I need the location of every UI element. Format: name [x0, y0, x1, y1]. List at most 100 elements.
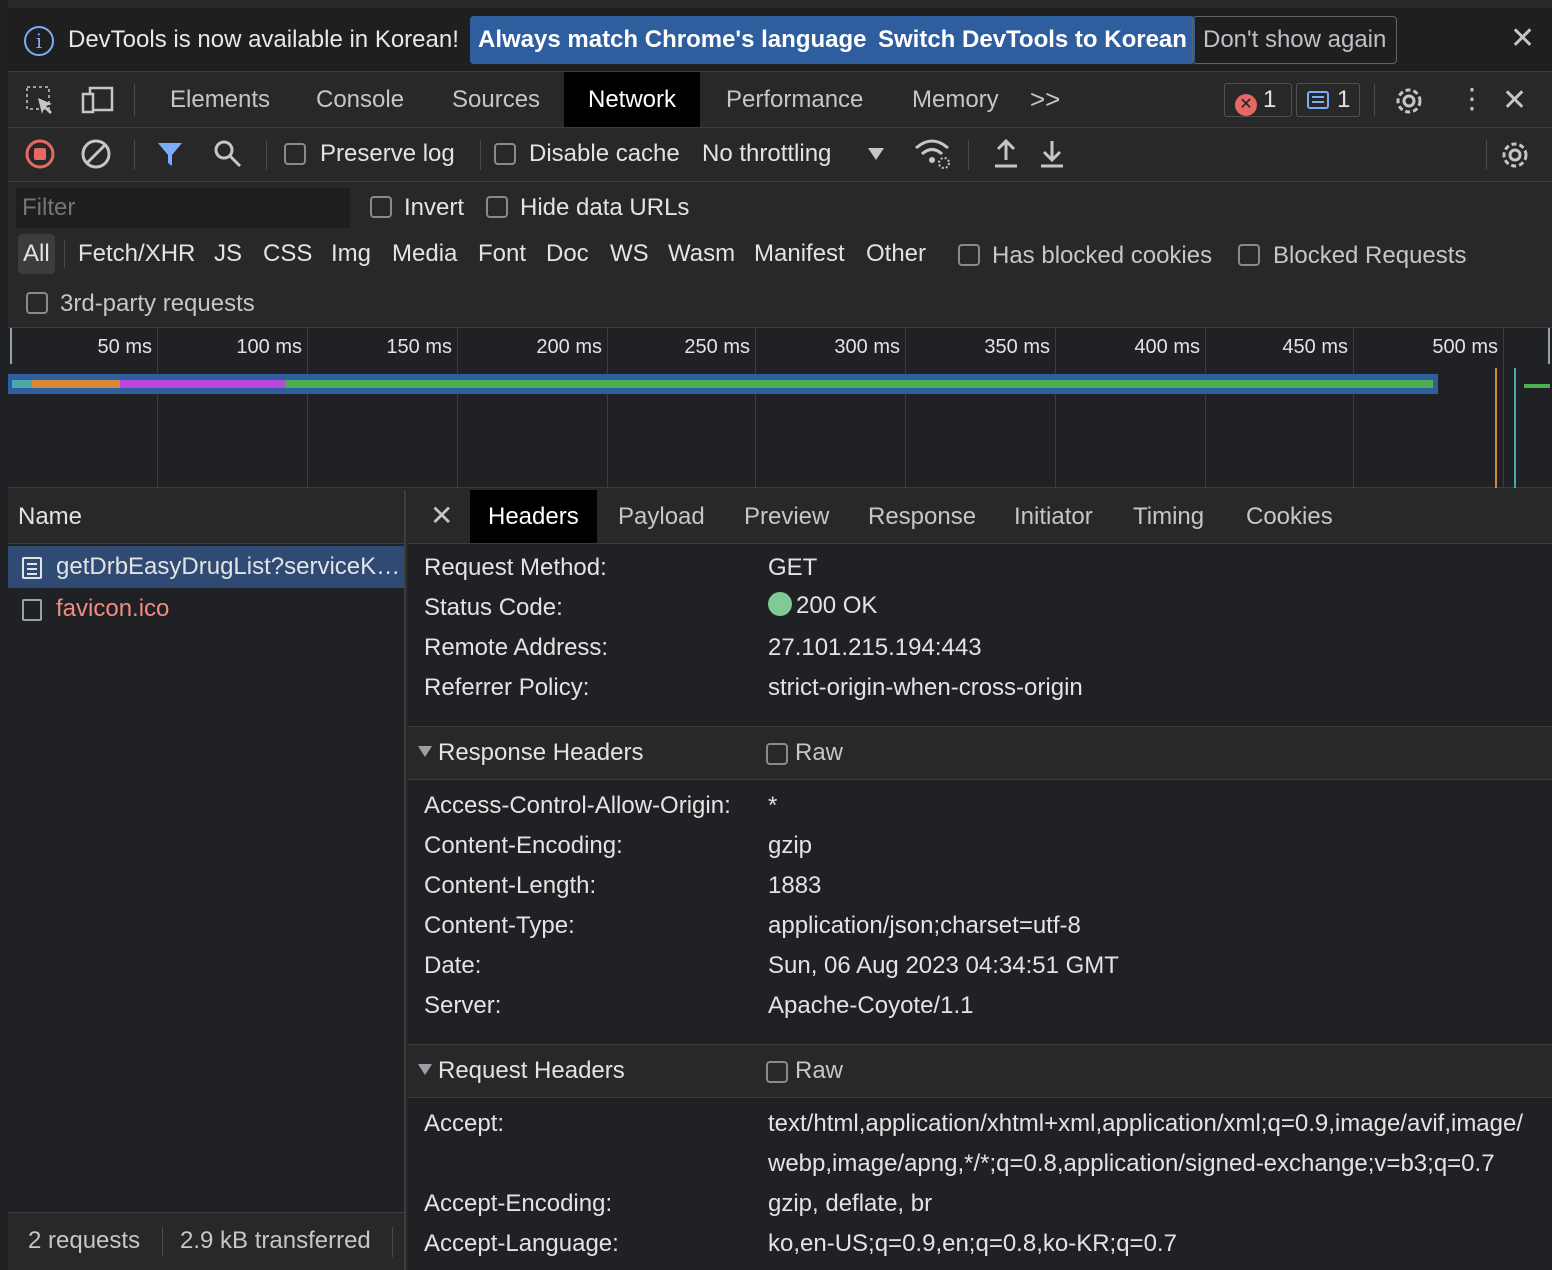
infobar-close-icon[interactable]: ✕ — [1510, 24, 1535, 54]
tab-payload[interactable]: Payload — [618, 490, 705, 543]
main-tab-bar: Elements Console Sources Network Perform… — [8, 72, 1552, 128]
error-icon: ✕ — [1235, 94, 1257, 116]
filter-type-ws[interactable]: WS — [610, 234, 649, 274]
response-headers-title[interactable]: Response Headers — [418, 739, 643, 767]
tick-label: 200 ms — [536, 336, 602, 358]
separator — [134, 140, 135, 170]
preserve-log-checkbox[interactable] — [284, 143, 306, 165]
filter-type-js[interactable]: JS — [214, 234, 242, 274]
tab-preview[interactable]: Preview — [744, 490, 829, 543]
filter-type-img[interactable]: Img — [331, 234, 371, 274]
header-value: GET — [768, 554, 818, 581]
request-headers-title[interactable]: Request Headers — [418, 1057, 625, 1085]
hide-data-urls-checkbox[interactable] — [486, 196, 508, 218]
blocked-requests-checkbox[interactable] — [1238, 244, 1260, 266]
request-raw-checkbox[interactable] — [766, 1061, 788, 1083]
dont-show-again-button[interactable]: Don't show again — [1192, 16, 1398, 64]
filter-type-media[interactable]: Media — [392, 234, 457, 274]
request-list: Name getDrbEasyDrugList?serviceKey=... f… — [8, 490, 406, 1270]
network-settings-gear-icon[interactable] — [1498, 138, 1532, 172]
message-count-badge[interactable]: 1 — [1296, 83, 1360, 117]
disable-cache-checkbox[interactable] — [494, 143, 516, 165]
expand-triangle-icon — [418, 746, 432, 757]
always-match-language-button[interactable]: Always match Chrome's language — [470, 16, 875, 64]
tab-timing[interactable]: Timing — [1133, 490, 1204, 543]
chevron-down-icon[interactable] — [868, 148, 884, 160]
separator — [134, 84, 135, 116]
search-icon[interactable] — [212, 138, 244, 170]
header-key: Accept: — [424, 1110, 505, 1137]
tab-response[interactable]: Response — [868, 490, 976, 543]
clear-icon[interactable] — [80, 138, 112, 170]
request-details-panel: ✕ Headers Payload Preview Response Initi… — [408, 490, 1552, 1270]
device-toolbar-icon[interactable] — [80, 84, 116, 116]
record-stop-icon[interactable] — [24, 138, 56, 170]
settings-gear-icon[interactable] — [1392, 84, 1426, 118]
response-headers-section[interactable]: Response Headers Raw — [408, 726, 1552, 780]
third-party-requests-checkbox[interactable] — [26, 292, 48, 314]
tab-sources[interactable]: Sources — [452, 72, 540, 127]
header-value: Apache-Coyote/1.1 — [768, 992, 974, 1019]
invert-checkbox[interactable] — [370, 196, 392, 218]
filter-type-wasm[interactable]: Wasm — [668, 234, 735, 274]
overview-left-handle[interactable] — [10, 328, 12, 364]
has-blocked-cookies-checkbox[interactable] — [958, 244, 980, 266]
language-infobar: i DevTools is now available in Korean! A… — [8, 8, 1552, 72]
export-har-icon[interactable] — [1038, 138, 1066, 170]
name-column-header[interactable]: Name — [8, 490, 404, 544]
message-icon — [1307, 91, 1329, 109]
filter-input[interactable] — [16, 188, 350, 228]
tab-console[interactable]: Console — [316, 72, 404, 127]
header-value: * — [768, 792, 778, 819]
tab-memory[interactable]: Memory — [912, 72, 999, 127]
grid-line — [607, 328, 608, 488]
request-headers-section[interactable]: Request Headers Raw — [408, 1044, 1552, 1098]
inspect-element-icon[interactable] — [24, 84, 56, 116]
filter-funnel-icon[interactable] — [156, 140, 184, 168]
header-key: Referrer Policy: — [424, 674, 590, 701]
request-row[interactable]: favicon.ico — [8, 588, 404, 630]
filter-type-fetch-xhr[interactable]: Fetch/XHR — [78, 234, 195, 274]
separator — [1486, 140, 1487, 170]
filter-type-all[interactable]: All — [18, 234, 55, 274]
request-row[interactable]: getDrbEasyDrugList?serviceKey=... — [8, 546, 404, 588]
tab-performance[interactable]: Performance — [726, 72, 863, 127]
tick-label: 300 ms — [834, 336, 900, 358]
header-key: Remote Address: — [424, 634, 609, 661]
separator — [968, 140, 969, 170]
tab-cookies[interactable]: Cookies — [1246, 490, 1333, 543]
tab-headers[interactable]: Headers — [470, 490, 597, 543]
invert-label: Invert — [404, 194, 465, 221]
has-blocked-cookies-label: Has blocked cookies — [992, 242, 1213, 269]
filter-type-doc[interactable]: Doc — [546, 234, 589, 274]
filter-type-css[interactable]: CSS — [263, 234, 312, 274]
bar-segment-ssl — [32, 380, 120, 388]
separator — [392, 1227, 393, 1257]
more-tabs-icon[interactable]: >> — [1030, 72, 1060, 127]
overview-right-handle[interactable] — [1548, 328, 1550, 364]
throttling-select[interactable]: No throttling — [702, 140, 831, 168]
switch-to-korean-button[interactable]: Switch DevTools to Korean — [870, 16, 1195, 64]
filter-type-font[interactable]: Font — [478, 234, 526, 274]
network-overview-timeline[interactable]: 50 ms 100 ms 150 ms 200 ms 250 ms 300 ms… — [8, 328, 1552, 488]
network-toolbar: Preserve log Disable cache No throttling — [8, 128, 1552, 182]
separator — [266, 140, 267, 170]
error-count-badge[interactable]: ✕ 1 — [1224, 83, 1292, 117]
response-raw-checkbox[interactable] — [766, 743, 788, 765]
header-key: Access-Control-Allow-Origin: — [424, 792, 731, 819]
filter-type-other[interactable]: Other — [866, 234, 926, 274]
filter-type-manifest[interactable]: Manifest — [754, 234, 845, 274]
import-har-icon[interactable] — [992, 138, 1020, 170]
status-code-value: 200 OK — [768, 592, 877, 620]
tab-initiator[interactable]: Initiator — [1014, 490, 1093, 543]
header-value: Sun, 06 Aug 2023 04:34:51 GMT — [768, 952, 1119, 979]
kebab-menu-icon[interactable]: ⋮ — [1458, 84, 1486, 114]
close-details-icon[interactable]: ✕ — [430, 502, 453, 530]
grid-line — [905, 328, 906, 488]
tab-network[interactable]: Network — [564, 72, 701, 127]
grid-line — [1353, 328, 1354, 488]
network-conditions-icon[interactable] — [912, 136, 952, 172]
close-devtools-icon[interactable]: ✕ — [1502, 86, 1527, 116]
header-key: Accept-Language: — [424, 1230, 619, 1257]
tab-elements[interactable]: Elements — [170, 72, 270, 127]
